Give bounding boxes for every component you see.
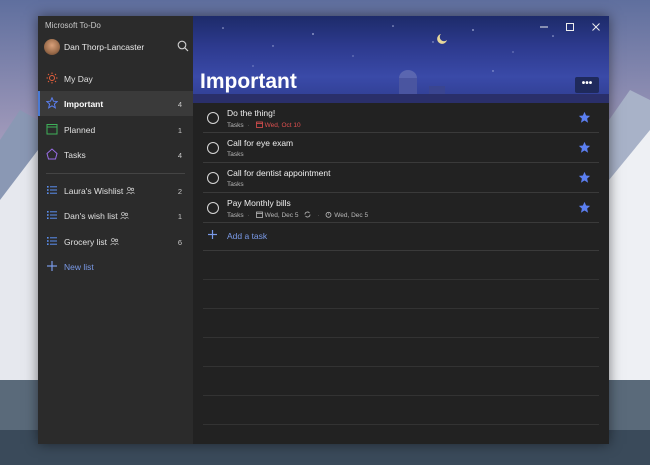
empty-row-divider: [203, 308, 599, 309]
alarm-clock-icon: [325, 211, 332, 218]
sidebar-item-label: Tasks: [64, 150, 86, 160]
sidebar-item-label: Grocery list: [64, 237, 107, 247]
task-complete-checkbox[interactable]: [207, 142, 219, 154]
star-filled-icon[interactable]: [578, 111, 591, 124]
task-row[interactable]: Pay Monthly bills Tasks · Wed, Dec 5 · We…: [203, 193, 599, 223]
task-title: Call for dentist appointment: [227, 168, 331, 178]
task-title: Do the thing!: [227, 108, 276, 118]
sidebar-item-count: 4: [177, 151, 182, 160]
more-options-button[interactable]: •••: [575, 77, 599, 93]
task-list-name: Tasks: [227, 181, 244, 188]
sidebar-item-list[interactable]: Grocery list 6: [38, 229, 193, 254]
sidebar-item-count: 2: [177, 187, 182, 196]
plus-icon: [47, 261, 57, 271]
new-list-button[interactable]: New list: [38, 254, 193, 279]
maximize-icon[interactable]: [565, 22, 575, 32]
sidebar-item-label: Dan's wish list: [64, 211, 118, 221]
calendar-icon: [46, 124, 58, 135]
task-row[interactable]: Call for dentist appointment Tasks: [203, 163, 599, 193]
task-list-name: Tasks: [227, 212, 244, 219]
shared-people-icon: [126, 187, 135, 195]
empty-row-divider: [203, 424, 599, 425]
empty-row-divider: [203, 279, 599, 280]
shared-people-icon: [120, 212, 129, 220]
search-icon[interactable]: [177, 40, 189, 52]
plus-icon: [208, 230, 217, 239]
sidebar-item-label: Planned: [64, 125, 96, 135]
main-pane: Important ••• Do the thing! Tasks · Wed, …: [193, 16, 609, 444]
sidebar-item-label: My Day: [64, 74, 93, 84]
user-name: Dan Thorp-Lancaster: [64, 42, 145, 52]
task-complete-checkbox[interactable]: [207, 112, 219, 124]
task-title: Pay Monthly bills: [227, 198, 291, 208]
task-meta: Tasks: [227, 151, 244, 158]
task-row[interactable]: Call for eye exam Tasks: [203, 133, 599, 163]
star-filled-icon[interactable]: [578, 201, 591, 214]
list-icon: [47, 237, 57, 245]
sun-icon: [46, 72, 58, 84]
star-filled-icon[interactable]: [578, 141, 591, 154]
user-account[interactable]: Dan Thorp-Lancaster: [44, 38, 189, 56]
empty-row-divider: [203, 337, 599, 338]
sidebar-item-label: Laura's Wishlist: [64, 186, 124, 196]
task-list-name: Tasks: [227, 151, 244, 158]
sidebar-item-tasks[interactable]: Tasks 4: [38, 142, 193, 167]
sidebar-item-my-day[interactable]: My Day: [38, 66, 193, 91]
task-title: Call for eye exam: [227, 138, 294, 148]
sidebar-item-list[interactable]: Laura's Wishlist 2: [38, 178, 193, 203]
add-task-input[interactable]: Add a task: [227, 231, 267, 241]
task-list-name: Tasks: [227, 122, 244, 129]
minimize-icon[interactable]: [539, 22, 549, 32]
sidebar-item-planned[interactable]: Planned 1: [38, 117, 193, 142]
shared-people-icon: [110, 238, 119, 246]
avatar: [44, 39, 60, 55]
repeat-icon: [304, 211, 311, 218]
sidebar-divider: [46, 173, 185, 174]
sidebar-item-count: 1: [177, 212, 182, 221]
list-icon: [47, 186, 57, 194]
sidebar-item-important[interactable]: Important 4: [38, 91, 193, 116]
list-icon: [47, 211, 57, 219]
house-icon: [46, 148, 58, 160]
page-title: Important: [200, 70, 297, 93]
sidebar-item-count: 4: [177, 100, 182, 109]
task-meta: Tasks: [227, 181, 244, 188]
new-list-label: New list: [64, 262, 94, 272]
task-reminder: Wed, Dec 5: [334, 212, 369, 219]
empty-row-divider: [203, 366, 599, 367]
task-complete-checkbox[interactable]: [207, 202, 219, 214]
sidebar-item-count: 6: [177, 238, 182, 247]
sidebar-item-label: Important: [64, 99, 104, 109]
add-task-row[interactable]: Add a task: [203, 221, 599, 251]
sidebar-item-count: 1: [177, 126, 182, 135]
sidebar: Microsoft To-Do Dan Thorp-Lancaster My D…: [38, 16, 193, 444]
sidebar-item-list[interactable]: Dan's wish list 1: [38, 203, 193, 228]
list-header: Important •••: [193, 16, 609, 103]
close-icon[interactable]: [591, 22, 601, 32]
calendar-icon: [255, 121, 263, 128]
star-outline-icon: [46, 97, 58, 109]
more-options-label: •••: [581, 78, 593, 89]
task-due-date: Wed, Oct 10: [264, 122, 301, 129]
star-filled-icon[interactable]: [578, 171, 591, 184]
empty-row-divider: [203, 395, 599, 396]
task-due-date: Wed, Dec 5: [264, 212, 299, 219]
calendar-icon: [255, 211, 263, 218]
task-row[interactable]: Do the thing! Tasks · Wed, Oct 10: [203, 103, 599, 133]
task-meta: Tasks · Wed, Oct 10: [227, 121, 301, 129]
task-meta: Tasks · Wed, Dec 5 · Wed, Dec 5: [227, 211, 369, 219]
app-window: Microsoft To-Do Dan Thorp-Lancaster My D…: [38, 16, 609, 444]
app-title: Microsoft To-Do: [45, 21, 101, 30]
task-complete-checkbox[interactable]: [207, 172, 219, 184]
